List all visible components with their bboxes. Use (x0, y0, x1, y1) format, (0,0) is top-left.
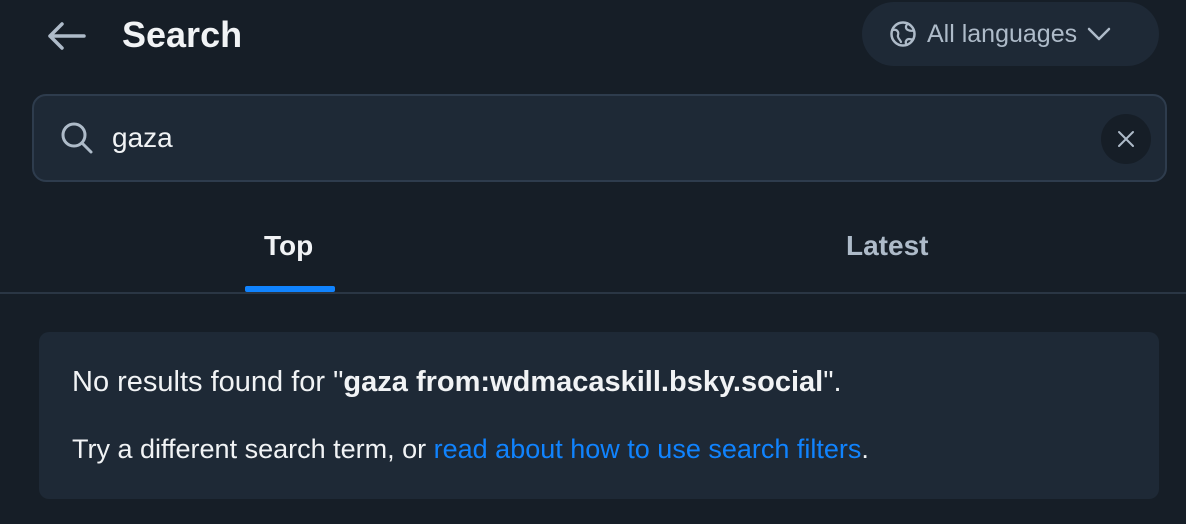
search-input[interactable] (112, 114, 1092, 162)
language-filter-button[interactable]: All languages (862, 2, 1159, 66)
no-results-suffix: ". (823, 366, 842, 398)
search-bar (32, 94, 1167, 182)
chevron-down-icon (1087, 27, 1111, 41)
clear-search-button[interactable] (1101, 114, 1151, 164)
hint-suffix: . (861, 434, 869, 464)
tab-bar: Top Latest (0, 200, 1186, 294)
close-icon (1118, 131, 1134, 147)
no-results-message: No results found for "gaza from:wdmacask… (72, 362, 842, 402)
tab-latest[interactable]: Latest (846, 226, 928, 266)
back-button[interactable] (44, 16, 88, 56)
header: Search All languages (0, 0, 1186, 70)
search-query: gaza from:wdmacaskill.bsky.social (343, 366, 824, 398)
arrow-left-icon (48, 22, 86, 50)
no-results-prefix: No results found for " (72, 366, 344, 398)
search-icon (61, 122, 93, 154)
search-hint: Try a different search term, or read abo… (72, 429, 869, 469)
tab-top[interactable]: Top (264, 226, 313, 266)
search-filters-help-link[interactable]: read about how to use search filters (434, 434, 862, 464)
page-title: Search (122, 14, 243, 55)
empty-results-card: No results found for "gaza from:wdmacask… (39, 332, 1159, 499)
globe-icon (890, 21, 916, 47)
language-filter-label: All languages (927, 19, 1078, 48)
hint-prefix: Try a different search term, or (72, 434, 434, 464)
active-tab-indicator (245, 286, 335, 292)
